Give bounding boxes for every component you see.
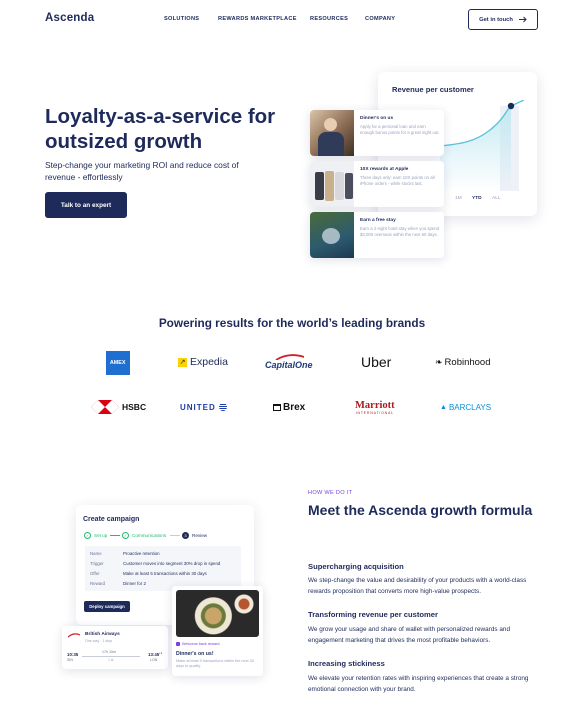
dinner-desc: Make at least 5 transactions within the …	[176, 659, 254, 669]
row-value: Dinner for 2	[123, 581, 146, 586]
offer-card-dinner[interactable]: Dinner's on us Apply for a personal loan…	[310, 110, 444, 156]
offer-desc: Three days only: earn 10X points on all …	[360, 175, 435, 187]
expedia-logo: ↗ Expedia	[178, 356, 228, 368]
step-review[interactable]: 3 Review	[182, 532, 207, 539]
british-airways-logo-icon	[68, 633, 80, 638]
offer-image-dinner	[310, 110, 354, 156]
airline-name: British Airways	[85, 632, 120, 637]
row-value: Proactive retention	[123, 551, 160, 556]
arrow-right-icon	[518, 16, 527, 23]
offer-desc: Apply for a personal loan and earn enoug…	[360, 124, 440, 136]
hsbc-logo: HSBC	[91, 399, 146, 415]
offer-title: Dinner's on us	[360, 116, 394, 121]
row-label: Name	[90, 551, 102, 556]
expedia-arrow-icon: ↗	[178, 357, 187, 367]
nav-solutions[interactable]: SOLUTIONS	[164, 16, 199, 22]
feature-desc: We elevate your retention rates with ins…	[308, 675, 529, 693]
campaign-title: Create campaign	[83, 516, 140, 523]
flight-meta: One way · 1 stop	[85, 639, 113, 643]
talk-to-expert-button[interactable]: Talk to an expert	[45, 192, 127, 218]
check-icon: ✓	[84, 532, 91, 539]
offer-card-apple[interactable]: 10X rewards at Apple Three days only: ea…	[310, 161, 444, 207]
hero-subtitle: Step-change your marketing ROI and reduc…	[45, 160, 239, 182]
tab-all[interactable]: ALL	[492, 196, 501, 201]
united-logo: UNITED	[180, 401, 227, 413]
brex-logo: Brex	[273, 400, 305, 414]
revenue-line-chart	[440, 100, 524, 192]
offer-title: 10X rewards at Apple	[360, 167, 409, 172]
flight-duration: 17h 10m	[102, 650, 116, 654]
barclays-logo: ▲ BARCLAYS	[440, 403, 492, 412]
offer-card-stay[interactable]: Earn a free stay Earn a 2-night hotel st…	[310, 212, 444, 258]
row-value: Make at least 5 transactions within 30 d…	[123, 571, 207, 576]
nav-company[interactable]: COMPANY	[365, 16, 395, 22]
step-connector	[110, 535, 120, 536]
arrival-day-offset: +1	[159, 651, 163, 655]
brex-mark-icon	[273, 403, 281, 411]
offer-title: Earn a free stay	[360, 218, 396, 223]
feature-desc: We step-change the value and desirabilit…	[308, 577, 527, 595]
tab-ytd[interactable]: YTD	[472, 196, 482, 201]
dinner-title: Dinner's on us!	[176, 651, 214, 657]
hero-title: Loyalty-as-a-service for outsized growth	[45, 105, 276, 153]
how-we-do-it-eyebrow: HOW WE DO IT	[308, 490, 353, 496]
hsbc-hexagon-icon	[91, 400, 119, 414]
get-in-touch-button[interactable]: Get in touch	[468, 9, 538, 30]
row-value: Customer moves into segment 30% drop in …	[123, 561, 221, 566]
offer-image-beach	[310, 212, 354, 258]
arrival-code: LON	[150, 658, 158, 662]
campaign-summary-table	[85, 546, 241, 591]
feature-title: Increasing stickiness	[308, 659, 385, 668]
capital-one-logo: CapitalOne	[265, 352, 313, 372]
row-label: Trigger	[90, 561, 104, 566]
flight-stops: 1 st	[108, 658, 114, 662]
departure-time: 10:35	[67, 652, 79, 657]
nav-rewards-marketplace[interactable]: REWARDS MARKETPLACE	[218, 16, 297, 22]
growth-title: Meet the Ascenda growth formula	[308, 502, 533, 518]
brands-title: Powering results for the world’s leading…	[158, 316, 426, 330]
robinhood-logo: ❧ Robinhood	[435, 356, 491, 368]
deploy-campaign-button[interactable]: Deploy campaign	[84, 601, 130, 612]
get-in-touch-label: Get in touch	[479, 16, 513, 23]
marriott-logo: Marriott INTERNATIONAL	[355, 399, 395, 415]
step-communications[interactable]: ✓ Communications	[122, 532, 166, 539]
welcome-back-badge: Welcome back reward	[176, 642, 220, 646]
arrival-time: 13:45	[148, 652, 160, 657]
gift-icon	[176, 642, 180, 646]
offer-image-iphones	[310, 161, 354, 207]
step-connector	[170, 535, 180, 536]
feature-title: Transforming revenue per customer	[308, 610, 438, 619]
revenue-card-title: Revenue per customer	[392, 85, 474, 94]
dinner-food-image	[176, 590, 259, 637]
barclays-eagle-icon: ▲	[440, 404, 447, 411]
departure-code: SIN	[67, 658, 73, 662]
nav-resources[interactable]: RESOURCES	[310, 16, 348, 22]
amex-logo: AMEX	[106, 351, 130, 375]
step-setup[interactable]: ✓ Set up	[84, 532, 107, 539]
step-number: 3	[182, 532, 189, 539]
check-icon: ✓	[122, 532, 129, 539]
tab-1m[interactable]: 1M	[455, 196, 462, 201]
row-label: Reward	[90, 581, 106, 586]
offer-desc: Earn a 2-night hotel stay when you spend…	[360, 226, 440, 238]
ascenda-logo[interactable]: Ascenda	[45, 12, 94, 24]
feature-desc: We grow your usage and share of wallet w…	[308, 626, 511, 644]
row-label: Offer	[90, 571, 100, 576]
united-globe-icon	[218, 403, 227, 411]
uber-logo: Uber	[361, 354, 392, 370]
feature-title: Supercharging acquisition	[308, 562, 404, 571]
robinhood-feather-icon: ❧	[435, 356, 443, 367]
flight-route-line	[82, 656, 140, 657]
